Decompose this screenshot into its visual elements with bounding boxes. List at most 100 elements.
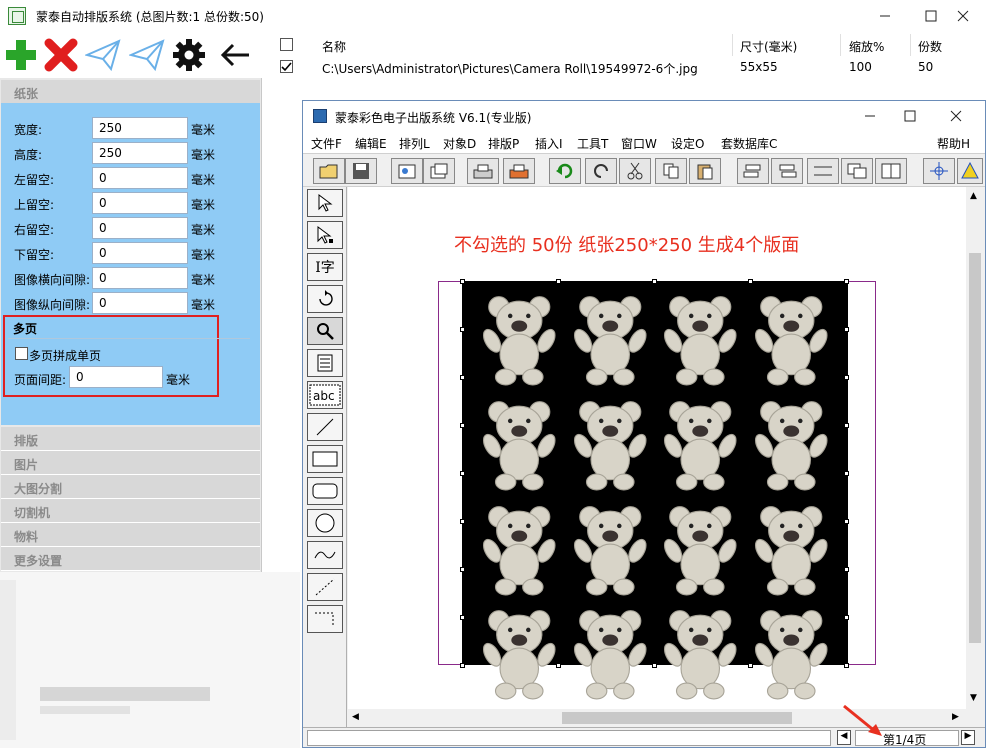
section-header[interactable]: 排版 (1, 427, 260, 451)
selection-handle[interactable] (844, 567, 849, 572)
menu-edit[interactable]: 编辑E (355, 135, 387, 152)
export-button[interactable] (423, 158, 455, 184)
field-input[interactable]: 0 (92, 267, 188, 289)
field-input[interactable]: 0 (92, 192, 188, 214)
menu-file[interactable]: 文件F (311, 135, 342, 152)
image-grid[interactable] (462, 281, 848, 700)
selection-handle[interactable] (844, 423, 849, 428)
menu-database[interactable]: 套数据库C (721, 135, 777, 152)
undo-button[interactable] (549, 158, 581, 184)
selection-handle[interactable] (460, 327, 465, 332)
curve-tool[interactable] (307, 541, 343, 569)
zoom-tool[interactable] (307, 317, 343, 345)
section-header[interactable]: 大图分割 (1, 475, 260, 499)
multipage-checkbox[interactable] (15, 347, 28, 360)
rectangle-tool[interactable] (307, 445, 343, 473)
paste-button[interactable] (689, 158, 721, 184)
section-header[interactable]: 图片 (1, 451, 260, 475)
minimize-button[interactable] (862, 0, 908, 32)
design-canvas[interactable]: 不勾选的 50份 纸张250*250 生成4个版面 (348, 187, 966, 709)
selection-handle[interactable] (460, 567, 465, 572)
section-header[interactable]: 更多设置 (1, 547, 260, 571)
selection-handle[interactable] (460, 471, 465, 476)
delete-button[interactable] (42, 36, 80, 74)
group-button[interactable] (841, 158, 873, 184)
line-tool[interactable] (307, 413, 343, 441)
scroll-up-arrow-icon[interactable]: ▲ (970, 191, 977, 201)
text-tool[interactable]: I字 (307, 253, 343, 281)
field-input[interactable]: 250 (92, 142, 188, 164)
menu-insert[interactable]: 插入I (535, 135, 563, 152)
selection-handle[interactable] (748, 663, 753, 668)
selection-handle[interactable] (652, 279, 657, 284)
distribute-button[interactable] (807, 158, 839, 184)
section-header-paper[interactable]: 纸张 (1, 80, 260, 104)
page-spacing-input[interactable]: 0 (69, 366, 163, 388)
ungroup-button[interactable] (875, 158, 907, 184)
selection-handle[interactable] (844, 279, 849, 284)
field-input[interactable]: 0 (92, 167, 188, 189)
print-preview-button[interactable] (503, 158, 535, 184)
paragraph-tool[interactable] (307, 349, 343, 377)
section-header[interactable]: 切割机 (1, 499, 260, 523)
cut-button[interactable] (619, 158, 651, 184)
scroll-right-arrow-icon[interactable]: ▶ (952, 712, 959, 722)
vertical-scrollbar[interactable]: ▲ ▼ (966, 187, 984, 709)
file-name-cell[interactable]: C:\Users\Administrator\Pictures\Camera R… (322, 60, 698, 77)
scroll-left-arrow-icon[interactable]: ◀ (352, 712, 359, 722)
col-header-name[interactable]: 名称 (322, 38, 346, 55)
dashed-line-tool[interactable] (307, 573, 343, 601)
next-page-button[interactable]: ▶ (961, 730, 975, 745)
settings-button[interactable] (170, 36, 208, 74)
field-input[interactable]: 0 (92, 292, 188, 314)
inner-close-button[interactable] (933, 101, 979, 131)
select-tool[interactable] (307, 189, 343, 217)
inner-maximize-button[interactable] (887, 101, 933, 131)
back-button[interactable] (216, 36, 254, 74)
row-checkbox[interactable] (280, 60, 293, 73)
selection-handle[interactable] (844, 663, 849, 668)
selection-handle[interactable] (460, 519, 465, 524)
col-header-copies[interactable]: 份数 (918, 38, 942, 55)
selection-handle[interactable] (556, 279, 561, 284)
menu-help[interactable]: 帮助H (937, 135, 970, 152)
rounded-rect-tool[interactable] (307, 477, 343, 505)
selection-handle[interactable] (460, 375, 465, 380)
node-select-tool[interactable] (307, 221, 343, 249)
select-all-checkbox[interactable] (280, 38, 293, 51)
selection-handle[interactable] (844, 519, 849, 524)
col-header-size[interactable]: 尺寸(毫米) (740, 38, 797, 55)
send-all-button[interactable] (128, 36, 166, 74)
selection-handle[interactable] (556, 663, 561, 668)
selection-handle[interactable] (844, 327, 849, 332)
move-button[interactable] (923, 158, 955, 184)
save-button[interactable] (345, 158, 377, 184)
menu-settings[interactable]: 设定O (671, 135, 704, 152)
scroll-down-arrow-icon[interactable]: ▼ (970, 693, 977, 703)
redo-button[interactable] (585, 158, 617, 184)
align-right-button[interactable] (771, 158, 803, 184)
selection-handle[interactable] (652, 663, 657, 668)
copy-button[interactable] (655, 158, 687, 184)
add-button[interactable] (2, 36, 40, 74)
import-image-button[interactable] (391, 158, 423, 184)
align-left-button[interactable] (737, 158, 769, 184)
selection-handle[interactable] (460, 663, 465, 668)
vertical-scroll-thumb[interactable] (969, 253, 981, 643)
menu-tools[interactable]: 工具T (577, 135, 608, 152)
print-button[interactable] (467, 158, 499, 184)
selection-handle[interactable] (844, 615, 849, 620)
selection-handle[interactable] (460, 279, 465, 284)
selection-handle[interactable] (748, 279, 753, 284)
selection-handle[interactable] (460, 423, 465, 428)
menu-object[interactable]: 对象D (443, 135, 476, 152)
text-frame-tool[interactable]: abc (307, 381, 343, 409)
horizontal-scroll-thumb[interactable] (562, 712, 792, 724)
field-input[interactable]: 0 (92, 242, 188, 264)
menu-window[interactable]: 窗口W (621, 135, 657, 152)
selection-handle[interactable] (844, 471, 849, 476)
menu-layout[interactable]: 排版P (488, 135, 519, 152)
selection-handle[interactable] (460, 615, 465, 620)
send-button[interactable] (84, 36, 122, 74)
rotate-tool[interactable] (307, 285, 343, 313)
